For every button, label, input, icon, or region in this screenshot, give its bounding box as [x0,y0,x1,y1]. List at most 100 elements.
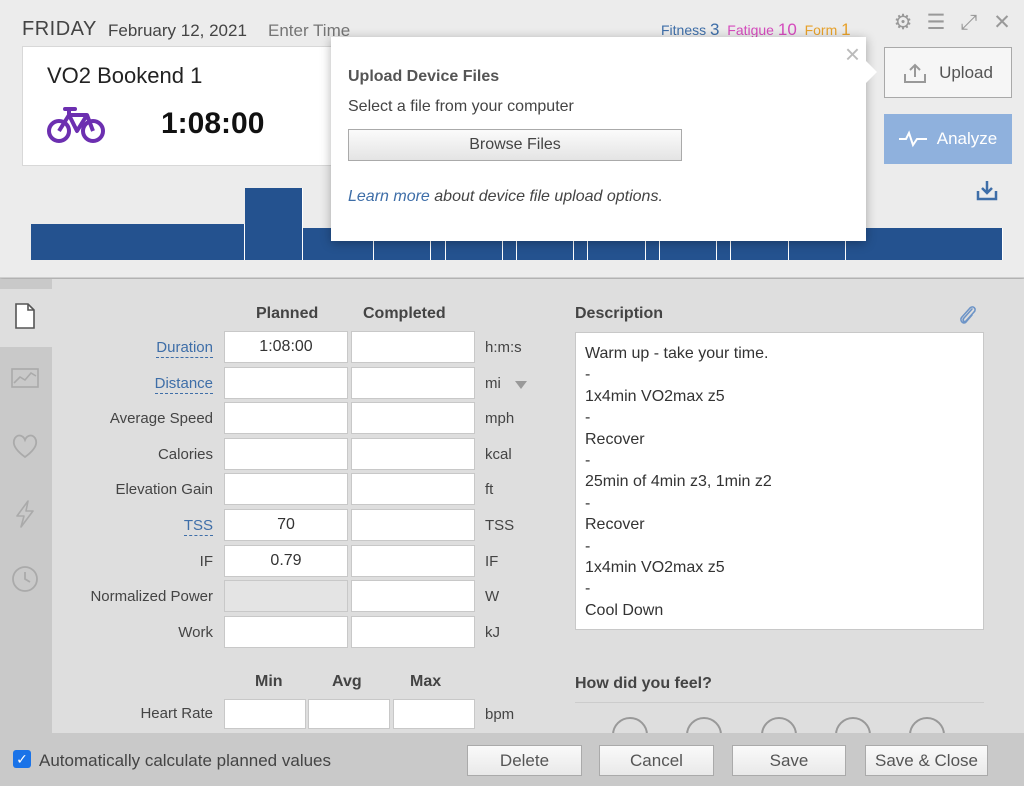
menu-icon[interactable]: ☰ [925,12,947,34]
field-label: Elevation Gain [53,481,213,498]
description-textarea[interactable]: Warm up - take your time. - 1x4min VO2max … [575,332,984,630]
field-label: IF [53,553,213,570]
completed-input[interactable] [351,580,475,613]
description-header: Description [575,305,664,322]
hr-unit: bpm [485,706,515,723]
description-line: - [585,409,591,427]
completed-input[interactable] [351,509,475,541]
bike-icon [47,107,105,143]
field-label-text: Elevation Gain [115,481,213,499]
upload-button[interactable]: Upload [884,47,1012,98]
field-label: Work [53,624,213,641]
workout-duration: 1:08:00 [161,107,265,140]
description-line: - [585,366,591,384]
workout-title[interactable]: VO2 Bookend 1 [47,63,202,89]
interval-bar [31,224,246,260]
cancel-button[interactable]: Cancel [599,745,714,776]
field-label-text: Distance [154,374,213,394]
description-line: 1x4min VO2max z5 [585,387,725,405]
completed-input[interactable] [351,544,475,577]
nav-item-summary[interactable] [0,289,52,347]
upload-popup: × Upload Device Files Select a file from… [331,37,877,241]
interval-bar [845,227,1003,260]
completed-input[interactable] [351,366,475,399]
gear-icon[interactable]: ⚙ [892,12,914,34]
description-line: Warm up - take your time. [585,345,769,362]
completed-input[interactable] [351,402,475,435]
upload-label: Upload [939,62,993,82]
auto-calculate-checkbox[interactable]: ✓ [13,750,31,768]
field-label-text: Normalized Power [90,588,213,606]
heart-icon[interactable] [10,431,40,461]
field-label[interactable]: Duration [53,339,213,358]
clock-icon[interactable] [10,564,40,594]
field-label: Normalized Power [53,588,213,605]
description-line: 1x4min VO2max z5 [585,559,725,577]
planned-input[interactable]: 70 [224,509,348,541]
side-nav [0,279,52,733]
planned-header: Planned [256,305,319,322]
day-label: FRIDAY [22,18,97,40]
field-unit: mi [485,374,501,392]
document-icon [15,303,35,329]
planned-input[interactable] [224,615,348,648]
fitness-label: Fitness [661,22,707,38]
save-button[interactable]: Save [732,745,846,776]
field-label: Calories [53,446,213,463]
browse-files-button[interactable]: Browse Files [348,129,682,161]
heart-rate-label: Heart Rate [140,705,213,722]
planned-input[interactable] [224,366,348,399]
learn-more-link[interactable]: Learn more [348,188,430,205]
completed-input[interactable] [351,437,475,470]
field-unit: h:m:s [485,339,522,356]
completed-input[interactable] [351,473,475,506]
planned-input[interactable]: 0.79 [224,544,348,577]
date-label: February 12, 2021 [108,21,247,40]
description-line: - [585,494,591,512]
close-icon[interactable]: ✕ [991,12,1013,34]
feel-header: How did you feel? [575,675,712,692]
planned-input[interactable]: 1:08:00 [224,331,348,363]
field-label[interactable]: Distance [53,374,213,394]
planned-input[interactable] [224,473,348,506]
unit-dropdown-icon[interactable] [515,380,527,389]
planned-input [224,580,348,613]
field-unit: kcal [485,445,512,463]
planned-input[interactable] [224,402,348,435]
hr-avg-input[interactable] [308,699,390,729]
description-line: 25min of 4min z3, 1min z2 [585,473,772,491]
popup-title: Upload Device Files [348,68,500,85]
completed-input[interactable] [351,331,475,363]
field-unit: W [485,588,500,606]
min-header: Min [255,673,283,690]
auto-calculate-label: Automatically calculate planned values [39,751,332,770]
description-line: Recover [585,516,645,534]
popup-close-icon[interactable]: × [845,39,860,70]
chart-icon[interactable] [10,363,40,393]
planned-input[interactable] [224,437,348,470]
delete-button[interactable]: Delete [467,745,582,776]
analyze-button[interactable]: Analyze [884,114,1012,164]
popup-subtitle: Select a file from your computer [348,98,574,115]
completed-input[interactable] [351,615,475,648]
feel-divider [575,702,984,703]
lightning-icon[interactable] [10,499,40,529]
save-close-button[interactable]: Save & Close [865,745,988,776]
field-label-text: Duration [156,339,213,358]
field-unit: ft [485,481,494,499]
hr-max-input[interactable] [393,699,475,729]
hr-min-input[interactable] [224,699,306,729]
description-line: - [585,580,591,598]
expand-icon[interactable]: ⤢ [958,12,980,34]
learn-more-rest: about device file upload options. [429,188,663,205]
fatigue-label: Fatigue [727,22,774,38]
interval-bar [245,188,303,260]
field-label[interactable]: TSS [53,517,213,536]
workout-title-card: VO2 Bookend 1 1:08:00 [22,46,342,166]
workout-form: Planned Completed Duration 1:08:00 h:m:s Di… [52,279,1024,753]
paperclip-icon[interactable] [958,303,978,327]
field-label-text: Calories [157,445,213,463]
field-unit: TSS [485,517,515,534]
header-toolbar: ⚙ ☰ ⤢ ✕ [892,12,1013,34]
description-line: - [585,452,591,470]
